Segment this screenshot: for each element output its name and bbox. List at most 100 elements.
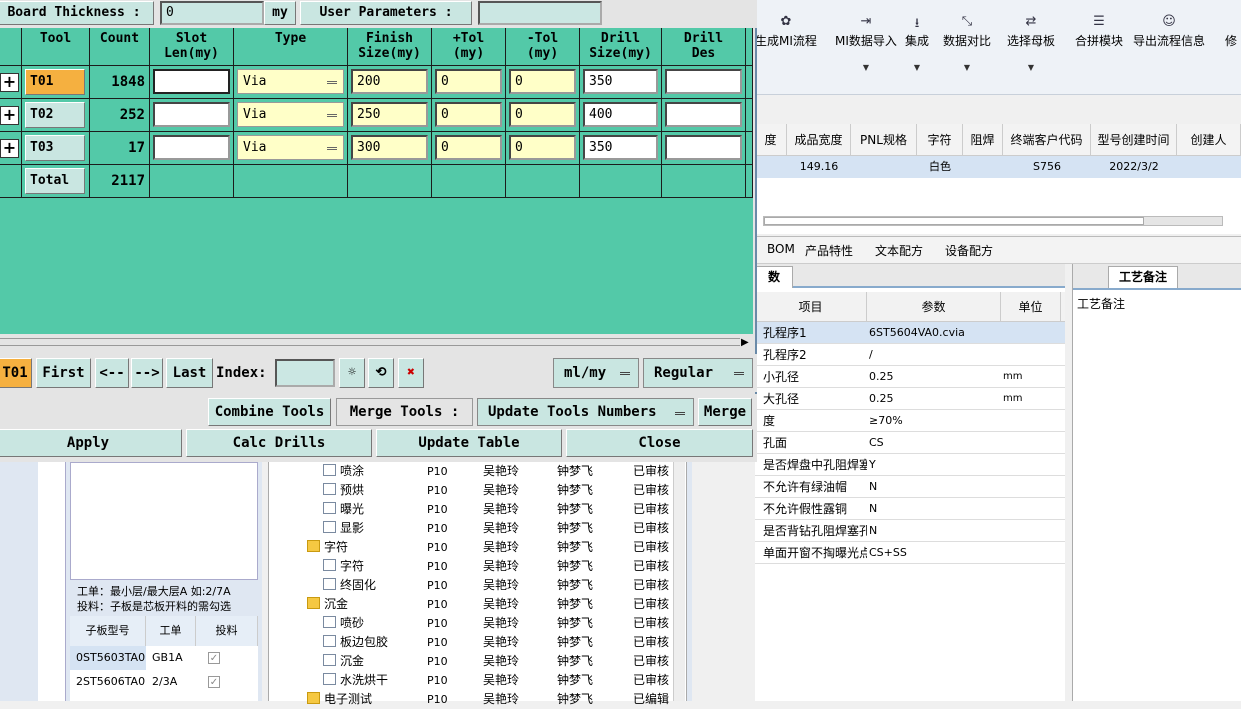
checkbox[interactable]: ✓ bbox=[208, 652, 220, 664]
tree-author: 吴艳玲 bbox=[483, 673, 520, 687]
apply-button[interactable]: Apply bbox=[0, 429, 182, 457]
minus-tol-input[interactable]: 0 bbox=[509, 102, 576, 127]
toolbar-button[interactable]: ⇄ 选择母板 ▼ bbox=[1007, 14, 1055, 72]
memo-tab[interactable]: 工艺备注 bbox=[1108, 266, 1178, 288]
param-row[interactable]: 不允许有绿油帽 N bbox=[755, 476, 1065, 498]
param-row[interactable]: 小孔径 0.25 mm bbox=[755, 366, 1065, 388]
toolbar-button[interactable]: ⭳ 集成 ▼ bbox=[905, 14, 929, 72]
drill-des-input[interactable] bbox=[665, 102, 742, 127]
tree-node[interactable]: 喷涂 bbox=[323, 462, 364, 481]
calc-drills-button[interactable]: Calc Drills bbox=[186, 429, 372, 457]
toolbar-button[interactable]: 修 bbox=[1225, 14, 1237, 49]
bulb-icon[interactable]: ☼ bbox=[339, 358, 365, 388]
total-empty-cell bbox=[432, 165, 506, 198]
param-row[interactable]: 单面开窗不掏曝光点 CS+SS bbox=[755, 542, 1065, 564]
tree-node[interactable]: 沉金 bbox=[307, 595, 348, 614]
toolbar-button[interactable]: ☰ 合拼模块 bbox=[1075, 14, 1123, 49]
refresh-icon[interactable]: ⟲ bbox=[368, 358, 394, 388]
param-row[interactable]: 不允许假性露铜 N bbox=[755, 498, 1065, 520]
param-row[interactable]: 是否背钻孔阻焊塞孔制作N bbox=[755, 520, 1065, 542]
splitter[interactable] bbox=[686, 462, 692, 701]
drill-des-input[interactable] bbox=[665, 135, 742, 160]
param-tab[interactable]: 数 bbox=[755, 266, 793, 288]
info-tab[interactable]: 文本配方 bbox=[875, 242, 923, 259]
param-row[interactable]: 孔面 CS bbox=[755, 432, 1065, 454]
update-table-button[interactable]: Update Table bbox=[376, 429, 562, 457]
param-row[interactable]: 大孔径 0.25 mm bbox=[755, 388, 1065, 410]
finish-size-input[interactable]: 200 bbox=[351, 69, 428, 94]
tree-node[interactable]: 水洗烘干 bbox=[323, 671, 388, 690]
slot-length-input[interactable] bbox=[153, 69, 230, 94]
delete-icon[interactable]: ✖ bbox=[398, 358, 424, 388]
info-tab[interactable]: 产品特性 bbox=[805, 242, 853, 259]
subtable-cell: 2/3A bbox=[152, 675, 178, 688]
param-row[interactable]: 度 ≥70% bbox=[755, 410, 1065, 432]
plus-tol-input[interactable]: 0 bbox=[435, 69, 502, 94]
drill-size-input[interactable]: 400 bbox=[583, 102, 658, 127]
tree-node[interactable]: 显影 bbox=[323, 519, 364, 538]
user-params-input[interactable] bbox=[478, 1, 602, 25]
type-select[interactable]: Via bbox=[237, 135, 344, 160]
tree-node[interactable]: 曝光 bbox=[323, 500, 364, 519]
toolbar-button[interactable]: ☺ 导出流程信息 bbox=[1133, 14, 1205, 49]
finish-size-input[interactable]: 250 bbox=[351, 102, 428, 127]
info-tab[interactable]: 设备配方 bbox=[945, 242, 993, 259]
param-row[interactable]: 孔程序2 / bbox=[755, 344, 1065, 366]
grid-row[interactable]: 149.16 白色 S756 2022/3/2 bbox=[755, 156, 1241, 178]
tools-hscrollbar[interactable]: ▶ bbox=[0, 334, 753, 350]
param-row[interactable]: 孔程序1 6ST5604VA0.cvia bbox=[755, 322, 1065, 344]
plus-tol-input[interactable]: 0 bbox=[435, 102, 502, 127]
param-row[interactable]: 是否焊盘中孔阻焊塞孔Y bbox=[755, 454, 1065, 476]
tool-button[interactable]: T03 bbox=[25, 135, 85, 161]
slot-length-input[interactable] bbox=[153, 135, 230, 160]
tree-node[interactable]: 字符 bbox=[307, 538, 348, 557]
memo-panel: 工艺备注 工艺备注 bbox=[1072, 264, 1241, 701]
total-blank bbox=[0, 165, 22, 198]
first-button[interactable]: First bbox=[36, 358, 91, 388]
toolbar-button[interactable]: ✿ 生成MI流程 bbox=[755, 14, 817, 49]
mode-select[interactable]: Regular bbox=[643, 358, 753, 388]
minus-tol-input[interactable]: 0 bbox=[509, 135, 576, 160]
combine-tools-button[interactable]: Combine Tools bbox=[208, 398, 331, 426]
toolbar-button[interactable]: ⇥ MI数据导入 ▼ bbox=[835, 14, 897, 72]
plus-tol-input[interactable]: 0 bbox=[435, 135, 502, 160]
info-tabs: BOM 产品特性 文本配方 设备配方 bbox=[755, 236, 1241, 264]
tree-node[interactable]: 沉金 bbox=[323, 652, 364, 671]
tree-vscrollbar[interactable] bbox=[673, 462, 685, 701]
type-select[interactable]: Via bbox=[237, 69, 344, 94]
minus-tol-input[interactable]: 0 bbox=[509, 69, 576, 94]
finish-size-input[interactable]: 300 bbox=[351, 135, 428, 160]
scroll-right-icon[interactable]: ▶ bbox=[741, 337, 749, 348]
drill-size-input[interactable]: 350 bbox=[583, 135, 658, 160]
prev-button[interactable]: <-- bbox=[95, 358, 129, 388]
board-thickness-input[interactable]: 0 bbox=[160, 1, 264, 25]
last-button[interactable]: Last bbox=[166, 358, 213, 388]
drill-des-input[interactable] bbox=[665, 69, 742, 94]
toolbar-button[interactable]: ⤡ 数据对比 ▼ bbox=[943, 14, 991, 72]
merge-button[interactable]: Merge bbox=[698, 398, 752, 426]
units-select[interactable]: ml/my bbox=[553, 358, 639, 388]
grid-hscrollbar[interactable] bbox=[763, 216, 1223, 226]
drill-size-input[interactable]: 350 bbox=[583, 69, 658, 94]
tree-node[interactable]: 喷砂 bbox=[323, 614, 364, 633]
tree-node[interactable]: 字符 bbox=[323, 557, 364, 576]
expand-plus-icon[interactable]: + bbox=[0, 139, 19, 158]
tree-node[interactable]: 预烘 bbox=[323, 481, 364, 500]
tree-node[interactable]: 板边包胶 bbox=[323, 633, 388, 652]
info-tab[interactable]: BOM bbox=[767, 242, 795, 256]
close-button[interactable]: Close bbox=[566, 429, 753, 457]
index-input[interactable] bbox=[275, 359, 335, 387]
type-select[interactable]: Via bbox=[237, 102, 344, 127]
grid-cell bbox=[755, 156, 787, 178]
total-empty-cell bbox=[506, 165, 580, 198]
next-button[interactable]: --> bbox=[131, 358, 163, 388]
expand-plus-icon[interactable]: + bbox=[0, 73, 19, 92]
tree-node[interactable]: 电子测试 bbox=[307, 690, 372, 709]
tree-node[interactable]: 终固化 bbox=[323, 576, 376, 595]
tool-button[interactable]: T01 bbox=[25, 69, 85, 95]
tool-button[interactable]: T02 bbox=[25, 102, 85, 128]
expand-plus-icon[interactable]: + bbox=[0, 106, 19, 125]
checkbox[interactable]: ✓ bbox=[208, 676, 220, 688]
slot-length-input[interactable] bbox=[153, 102, 230, 127]
update-tools-numbers-select[interactable]: Update Tools Numbers bbox=[477, 398, 694, 426]
